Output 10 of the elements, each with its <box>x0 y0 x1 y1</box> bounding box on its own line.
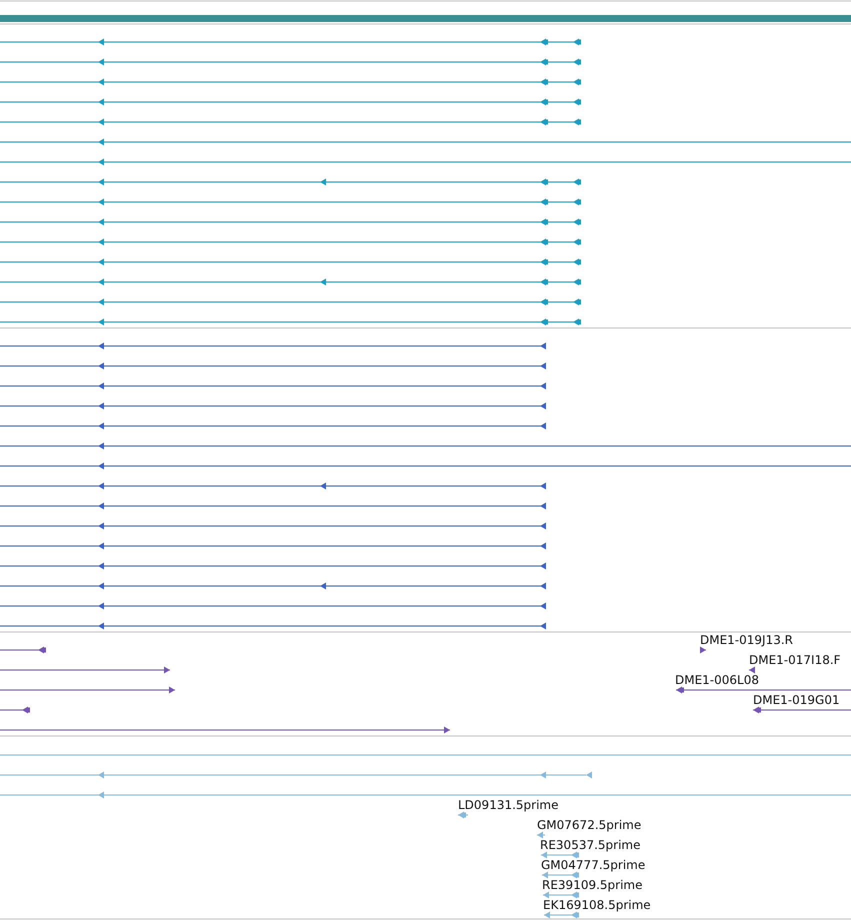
feature-label: DME1-006L08 <box>675 673 759 687</box>
feature-label: RE39109.5prime <box>542 878 642 892</box>
feature-label: EK169108.5prime <box>543 898 651 912</box>
feature-label: RE30537.5prime <box>540 838 640 852</box>
feature-label: GM04777.5prime <box>541 858 646 872</box>
feature-label: DME1-019G01 <box>753 693 840 707</box>
feature-label: LD09131.5prime <box>458 798 559 812</box>
feature-label: DME1-017I18.F <box>749 653 841 667</box>
feature-label: DME1-019J13.R <box>700 633 794 647</box>
feature-label: GM07672.5prime <box>537 818 642 832</box>
